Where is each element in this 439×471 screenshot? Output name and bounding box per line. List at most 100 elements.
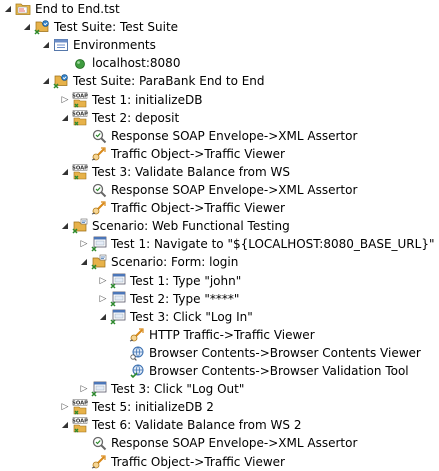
folder-icon [15, 1, 31, 17]
browser-test-icon [91, 381, 107, 397]
tree-node-test-3-validate-balance-from-ws[interactable]: ◢ SOAP Test 3: Validate Balance from WS [0, 163, 439, 181]
svg-text:SOAP: SOAP [72, 165, 88, 171]
tree-node-traffic-object-traffic-viewer[interactable]: Traffic Object->Traffic Viewer [0, 453, 439, 471]
expand-toggle-icon[interactable]: ▷ [60, 91, 70, 109]
collapse-toggle-icon[interactable]: ◢ [60, 109, 70, 127]
tree-node-test-1-type-john[interactable]: ▷ Test 1: Type "john" [0, 272, 439, 290]
browser-test-icon [91, 236, 107, 252]
traffic-viewer-icon [91, 200, 107, 216]
environments-icon [53, 37, 69, 53]
environment-active-icon [72, 55, 88, 71]
collapse-toggle-icon[interactable]: ◢ [60, 163, 70, 181]
tree-node-label: Test 2: Type "****" [130, 291, 240, 306]
expand-toggle-icon[interactable]: ▷ [98, 272, 108, 290]
tree-node-label: Scenario: Form: login [111, 255, 239, 270]
tree-node-end-to-end-tst[interactable]: ◢ End to End.tst [0, 0, 439, 18]
test-suite-icon [53, 73, 69, 89]
xml-assertor-icon [91, 182, 107, 198]
traffic-viewer-icon [91, 146, 107, 162]
tree-node-label: Traffic Object->Traffic Viewer [111, 201, 285, 216]
tree-node-label: Test 6: Validate Balance from WS 2 [92, 418, 302, 433]
tree-node-label: Test Suite: Test Suite [54, 20, 179, 35]
tree-node-label: Traffic Object->Traffic Viewer [111, 454, 285, 469]
tree-node-traffic-object-traffic-viewer[interactable]: Traffic Object->Traffic Viewer [0, 145, 439, 163]
soap-client-icon: SOAP [72, 164, 88, 180]
tree-node-test-3-click-log-in[interactable]: ◢ Test 3: Click "Log In" [0, 308, 439, 326]
browser-contents-viewer-icon [129, 345, 145, 361]
tree-node-label: Response SOAP Envelope->XML Assertor [111, 183, 358, 197]
tree-node-response-soap-envelope-xml-assertor[interactable]: Response SOAP Envelope->XML Assertor [0, 181, 439, 199]
browser-test-icon [110, 309, 126, 325]
soap-client-icon: SOAP [72, 91, 88, 108]
tree-node-localhost-8080[interactable]: localhost:8080 [0, 54, 439, 72]
collapse-toggle-icon[interactable]: ◢ [22, 18, 32, 36]
tree-node-label: Response SOAP Envelope->XML Assertor [111, 128, 358, 143]
tree-node-response-soap-envelope-xml-assertor[interactable]: Response SOAP Envelope->XML Assertor [0, 127, 439, 145]
traffic-viewer-icon [129, 327, 145, 343]
tree-node-label: Test Suite: ParaBank End to End [73, 74, 265, 89]
tree-node-label: Browser Contents->Browser Validation Too… [149, 364, 409, 378]
tree-node-label: Test 3: Click "Log In" [130, 309, 253, 324]
test-case-tree: ◢ End to End.tst ◢ Test Suite: Test Suite ◢ E… [0, 0, 439, 469]
tree-node-test-2-type[interactable]: ▷ Test 2: Type "****" [0, 290, 439, 308]
tree-node-label: HTTP Traffic->Traffic Viewer [149, 327, 315, 342]
tree-node-scenario-web-functional-testing[interactable]: ◢ Scenario: Web Functional Testing [0, 217, 439, 235]
svg-text:SOAP: SOAP [72, 93, 88, 99]
collapse-toggle-icon[interactable]: ◢ [98, 308, 108, 326]
tree-node-label: Test 5: initializeDB 2 [92, 400, 214, 415]
scenario-icon [91, 254, 107, 270]
tree-node-label: End to End.tst [35, 2, 120, 16]
test-suite-icon [34, 19, 50, 35]
tree-node-label: localhost:8080 [92, 56, 181, 71]
tree-node-browser-contents-browser-validation-tool[interactable]: Browser Contents->Browser Validation Too… [0, 362, 439, 380]
xml-assertor-icon [91, 128, 107, 144]
tree-node-label: Test 3: Click "Log Out" [111, 382, 245, 397]
scenario-icon [72, 218, 88, 234]
expand-toggle-icon[interactable]: ▷ [79, 380, 89, 398]
expand-toggle-icon[interactable]: ▷ [60, 398, 70, 416]
svg-text:SOAP: SOAP [72, 419, 88, 425]
tree-node-traffic-object-traffic-viewer[interactable]: Traffic Object->Traffic Viewer [0, 199, 439, 217]
tree-node-test-suite-test-suite[interactable]: ◢ Test Suite: Test Suite [0, 18, 439, 36]
soap-client-icon: SOAP [72, 109, 88, 126]
tree-node-label: Test 1: initializeDB [92, 92, 203, 107]
tree-node-label: Browser Contents->Browser Contents Viewe… [149, 345, 421, 360]
collapse-toggle-icon[interactable]: ◢ [41, 36, 51, 54]
tree-node-label: Test 3: Validate Balance from WS [92, 164, 291, 179]
tree-node-test-3-click-log-out[interactable]: ▷ Test 3: Click "Log Out" [0, 380, 439, 398]
tree-node-label: Response SOAP Envelope->XML Assertor [111, 436, 358, 451]
tree-node-browser-contents-browser-contents-viewer[interactable]: Browser Contents->Browser Contents Viewe… [0, 344, 439, 362]
tree-node-scenario-form-login[interactable]: ◢ Scenario: Form: login [0, 253, 439, 271]
tree-node-label: Test 1: Navigate to "${LOCALHOST:8080_BA… [111, 237, 435, 252]
tree-node-test-1-navigate-to-localhost-8080-base-url[interactable]: ▷ Test 1: Navigate to "${LOCALHOST:8080_B… [0, 235, 439, 253]
tree-node-test-suite-parabank-end-to-end[interactable]: ◢ Test Suite: ParaBank End to End [0, 72, 439, 90]
browser-validation-icon [129, 363, 145, 379]
svg-text:SOAP: SOAP [72, 111, 88, 117]
tree-node-label: Environments [73, 38, 156, 53]
tree-node-response-soap-envelope-xml-assertor[interactable]: Response SOAP Envelope->XML Assertor [0, 434, 439, 452]
collapse-toggle-icon[interactable]: ◢ [3, 0, 13, 18]
soap-client-icon: SOAP [72, 417, 88, 433]
tree-node-label: Traffic Object->Traffic Viewer [111, 146, 285, 161]
browser-test-icon [110, 291, 126, 307]
svg-text:SOAP: SOAP [72, 401, 88, 407]
xml-assertor-icon [91, 435, 107, 451]
collapse-toggle-icon[interactable]: ◢ [60, 217, 70, 235]
tree-node-environments[interactable]: ◢ Environments [0, 36, 439, 54]
collapse-toggle-icon[interactable]: ◢ [60, 416, 70, 434]
expand-toggle-icon[interactable]: ▷ [79, 235, 89, 253]
traffic-viewer-icon [91, 454, 107, 470]
tree-node-test-6-validate-balance-from-ws-2[interactable]: ◢ SOAP Test 6: Validate Balance from WS 2 [0, 416, 439, 434]
soap-client-icon: SOAP [72, 399, 88, 415]
browser-test-icon [110, 273, 126, 289]
tree-node-http-traffic-traffic-viewer[interactable]: HTTP Traffic->Traffic Viewer [0, 326, 439, 344]
collapse-toggle-icon[interactable]: ◢ [79, 253, 89, 271]
tree-node-test-1-initializedb[interactable]: ▷ SOAP Test 1: initializeDB [0, 91, 439, 109]
tree-node-label: Test 1: Type "john" [130, 273, 242, 288]
expand-toggle-icon[interactable]: ▷ [98, 290, 108, 308]
tree-node-test-2-deposit[interactable]: ◢ SOAP Test 2: deposit [0, 109, 439, 127]
tree-node-test-5-initializedb-2[interactable]: ▷ SOAP Test 5: initializeDB 2 [0, 398, 439, 416]
tree-node-label: Scenario: Web Functional Testing [92, 219, 290, 234]
collapse-toggle-icon[interactable]: ◢ [41, 72, 51, 90]
tree-node-label: Test 2: deposit [92, 110, 180, 125]
